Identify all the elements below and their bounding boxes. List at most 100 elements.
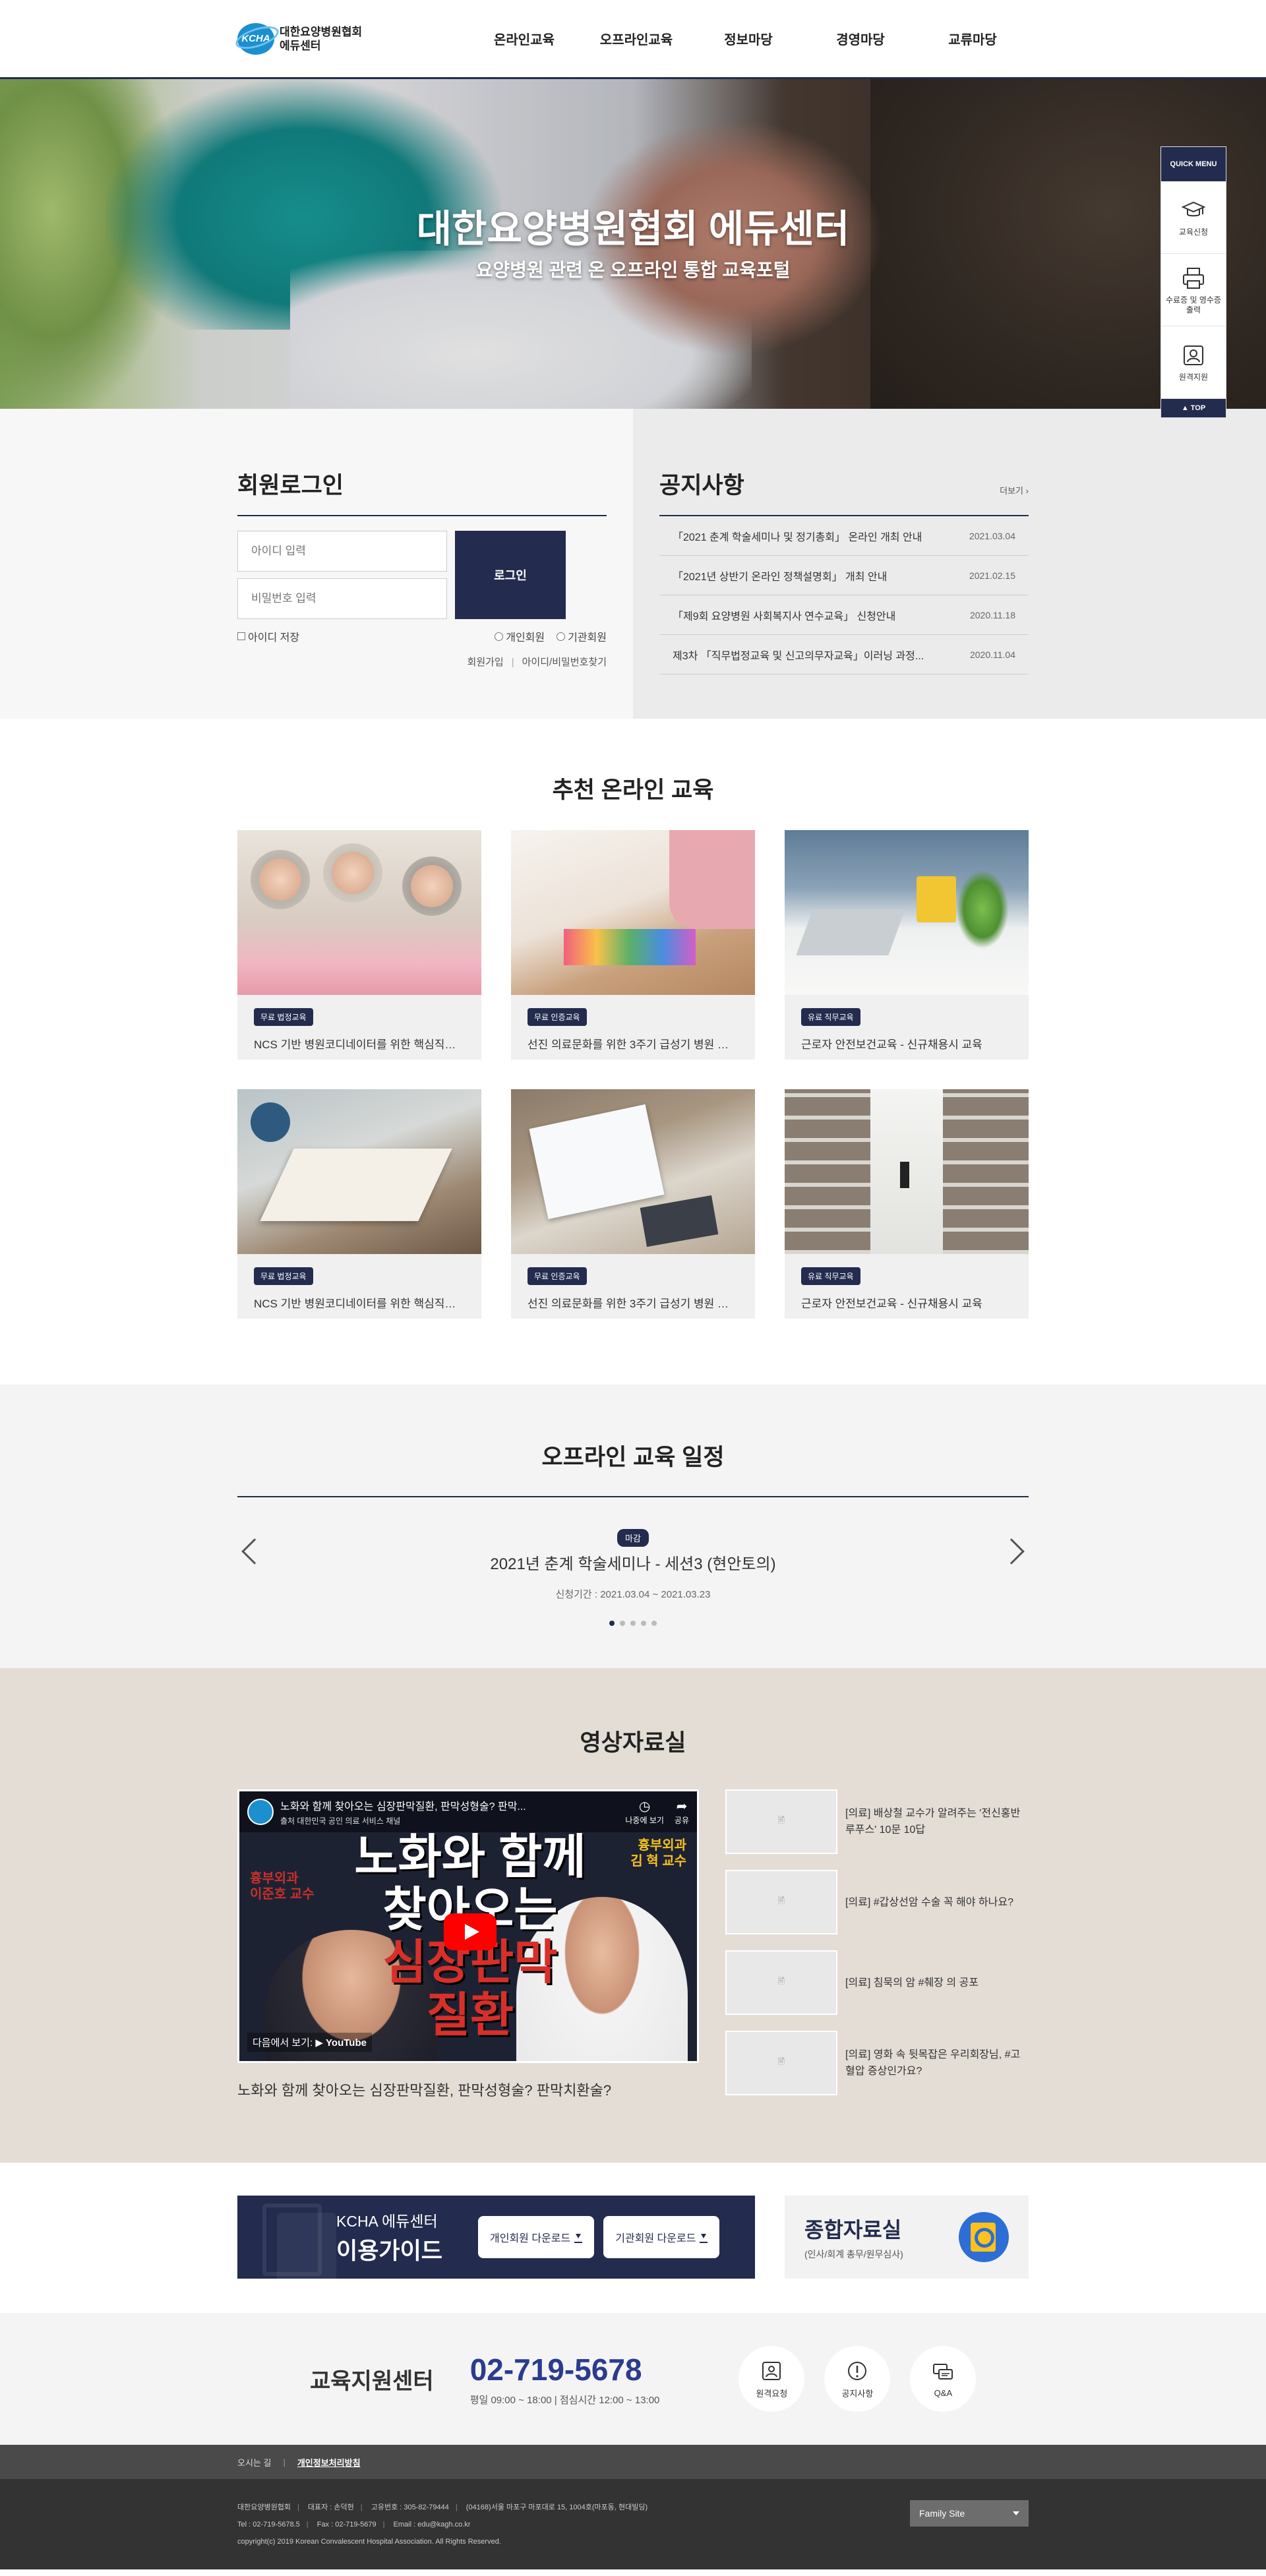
- password-input[interactable]: [237, 578, 447, 619]
- notice-item[interactable]: 「2021 춘계 학술세미나 및 정기총회」 온라인 개최 안내 2021.03.…: [659, 516, 1029, 556]
- course-grid: 무료 법정교육 NCS 기반 병원코디네이터를 위한 핵심직무 아카데미 무료 인…: [237, 830, 1029, 1319]
- graduation-cap-icon: [1181, 201, 1206, 217]
- course-badge: 무료 인증교육: [528, 1267, 587, 1285]
- share-button[interactable]: ➦ 공유: [675, 1798, 689, 1826]
- player-video-title[interactable]: 노화와 함께 찾아오는 심장판막질환, 판막성형술? 판막...: [280, 1797, 615, 1813]
- download-icon: [574, 2233, 583, 2243]
- course-card[interactable]: 유료 직무교육 근로자 안전보건교육 - 신규채용시 교육: [785, 1089, 1029, 1319]
- login-form: 로그인: [237, 531, 607, 619]
- course-card[interactable]: 무료 법정교육 NCS 기반 병원코디네이터를 위한 핵심직무 아카데미: [237, 1089, 481, 1319]
- find-account-link[interactable]: 아이디/비밀번호찾기: [522, 657, 607, 668]
- member-org-radio[interactable]: 기관회원: [557, 628, 607, 644]
- course-badge: 무료 인증교육: [528, 1008, 587, 1026]
- download-org-guide-button[interactable]: 기관회원 다운로드: [603, 2216, 720, 2258]
- download-personal-guide-button[interactable]: 개인회원 다운로드: [478, 2216, 595, 2258]
- scroll-top-button[interactable]: ▲ TOP: [1161, 399, 1226, 417]
- video-list-item[interactable]: 🖹 [의료] 침묵의 암 #췌장 의 공포: [725, 1950, 1029, 2015]
- video-list-item[interactable]: 🖹 [의료] 배상철 교수가 알려주는 '전신홍반루푸스' 10문 10답: [725, 1789, 1029, 1854]
- notice-more-link[interactable]: 더보기 ›: [1000, 484, 1029, 496]
- remote-request-button[interactable]: 원격요청: [738, 2346, 805, 2412]
- divider: |: [306, 2521, 309, 2529]
- member-personal-radio[interactable]: 개인회원: [495, 628, 545, 644]
- resource-library-link[interactable]: 종합자료실 (인사/회계 총무/원무심사): [785, 2196, 1029, 2279]
- course-card[interactable]: 무료 인증교육 선진 의료문화를 위한 3주기 급성기 병원 인증 대비: [511, 830, 755, 1060]
- remote-support-icon: [1184, 345, 1203, 365]
- slider-dot[interactable]: [620, 1621, 625, 1626]
- image-placeholder-icon: 🖹: [725, 2031, 837, 2095]
- radio-icon: [495, 632, 504, 641]
- qna-button[interactable]: Q&A: [910, 2346, 977, 2412]
- footer-email: Email : edu@kagh.co.kr: [393, 2521, 471, 2529]
- resource-library-subtitle: (인사/회계 총무/원무심사): [804, 2249, 903, 2260]
- login-panel: 회원로그인 로그인 아이디 저장 개인회원 기관회원 회원가입 | 아이디/비밀번호…: [237, 409, 607, 719]
- save-id-checkbox[interactable]: 아이디 저장: [237, 628, 299, 644]
- watch-on-youtube[interactable]: 다음에서 보기: ▶ YouTube: [247, 2033, 372, 2052]
- recommended-title: 추천 온라인 교육: [552, 777, 714, 803]
- nav-info[interactable]: 정보마당: [692, 29, 804, 48]
- offline-title: 오프라인 교육 일정: [541, 1445, 725, 1470]
- support-center-label: 교육지원센터: [310, 2368, 434, 2394]
- video-caption[interactable]: 노화와 함께 찾아오는 심장판막질환, 판막성형술? 판막치환술?: [237, 2079, 699, 2100]
- quick-menu-title: QUICK MENU: [1161, 147, 1226, 181]
- privacy-policy-link[interactable]: 개인정보처리방침: [297, 2456, 361, 2469]
- player-topbar: 노화와 함께 찾아오는 심장판막질환, 판막성형술? 판막... 출처 대한민국…: [239, 1791, 697, 1832]
- quick-item-label: 원격지원: [1178, 373, 1209, 382]
- notice-item[interactable]: 제3차 「직무법정교육 및 신고의무자교육」이러닝 과정... 2020.11.0…: [659, 635, 1029, 674]
- course-card[interactable]: 무료 인증교육선진 의료문화를 위한 3주기 급성기 병원 인증 대비: [511, 1089, 755, 1319]
- user-id-input[interactable]: [237, 531, 447, 572]
- support-hours: 평일 09:00 ~ 18:00 | 점심시간 12:00 ~ 13:00: [469, 2394, 660, 2406]
- recommended-courses-section: 추천 온라인 교육 무료 법정교육 NCS 기반 병원코디네이터를 위한 핵심직무…: [0, 719, 1266, 1385]
- download-org-label: 기관회원 다운로드: [615, 2233, 696, 2244]
- remote-request-label: 원격요청: [756, 2388, 788, 2399]
- clock-icon: ◷: [638, 1799, 651, 1814]
- directions-link[interactable]: 오시는 길: [237, 2456, 271, 2469]
- notice-item-title: 「제9회 요양병원 사회복지사 연수교육」 신청안내: [673, 611, 896, 622]
- notice-item[interactable]: 「제9회 요양병원 사회복지사 연수교육」 신청안내 2020.11.18: [659, 595, 1029, 635]
- slider-dot[interactable]: [651, 1621, 657, 1626]
- watch-later-button[interactable]: ◷ 나중에 보기: [625, 1798, 664, 1826]
- share-icon: ➦: [676, 1799, 688, 1814]
- quick-item-apply[interactable]: 교육신청: [1161, 181, 1226, 254]
- login-button[interactable]: 로그인: [455, 531, 566, 619]
- family-site-select[interactable]: Family Site: [910, 2500, 1029, 2527]
- slider-dot[interactable]: [630, 1621, 636, 1626]
- video-list-item[interactable]: 🖹 [의료] 영화 속 뒷목잡은 우리회장님, #고혈압 증상인가요?: [725, 2031, 1029, 2095]
- nav-management[interactable]: 경영마당: [804, 29, 917, 48]
- course-title: 선진 의료문화를 위한 3주기 급성기 병원 인증 대비: [528, 1298, 738, 1310]
- notice-item-date: 2020.11.04: [969, 649, 1015, 660]
- printer-icon: [1183, 267, 1204, 289]
- course-card[interactable]: 유료 직무교육 근로자 안전보건교육 - 신규채용시 교육: [785, 830, 1029, 1060]
- quick-item-certificate[interactable]: 수료증 및 영수증 출력: [1161, 254, 1226, 326]
- slider-dot[interactable]: [641, 1621, 646, 1626]
- course-badge: 유료 직무교육: [801, 1008, 860, 1026]
- site-header: KCHA 대한요양병원협회 에듀센터 온라인교육 오프라인교육 정보마당 경영마…: [0, 0, 1266, 79]
- quick-item-label: 교육신청: [1178, 227, 1209, 237]
- channel-avatar[interactable]: [247, 1799, 274, 1825]
- notice-item[interactable]: 「2021년 상반기 온라인 정책설명회」 개최 안내 2021.02.15: [659, 556, 1029, 595]
- nav-online-edu[interactable]: 온라인교육: [468, 29, 580, 48]
- play-button[interactable]: [444, 1913, 497, 1950]
- video-title: 영상자료실: [580, 1730, 686, 1756]
- nav-offline-edu[interactable]: 오프라인교육: [580, 29, 692, 48]
- notice-item-title: 「2021년 상반기 온라인 정책설명회」 개최 안내: [673, 571, 888, 583]
- course-thumbnail-tablet: [785, 830, 1029, 995]
- video-list-item[interactable]: 🖹 [의료] #갑상선암 수술 꼭 해야 하나요?: [725, 1870, 1029, 1934]
- quick-item-remote[interactable]: 원격지원: [1161, 326, 1226, 399]
- youtube-player[interactable]: 흉부외과 이준호 교수 흉부외과 김 혁 교수 노화와 함께 찾아오는 심장판막…: [237, 1789, 699, 2063]
- image-placeholder-icon: 🖹: [725, 1789, 837, 1854]
- site-logo[interactable]: KCHA 대한요양병원협회 에듀센터: [237, 22, 412, 55]
- footer-links-bar: 오시는 길 | 개인정보처리방침: [0, 2445, 1266, 2479]
- course-card[interactable]: 무료 법정교육 NCS 기반 병원코디네이터를 위한 핵심직무 아카데미: [237, 830, 481, 1060]
- offline-event-title[interactable]: 2021년 춘계 학술세미나 - 세션3 (현안토의): [237, 1551, 1029, 1574]
- signup-link[interactable]: 회원가입: [467, 657, 504, 668]
- share-label: 공유: [674, 1816, 689, 1825]
- notice-button[interactable]: 공지사항: [824, 2346, 891, 2412]
- slider-dot[interactable]: [609, 1621, 615, 1626]
- footer-reg-no: 고유번호 : 305-82-79444: [371, 2503, 449, 2511]
- footer-fax: Fax : 02-719-5679: [316, 2521, 377, 2529]
- image-placeholder-icon: 🖹: [725, 1870, 837, 1934]
- video-section: 영상자료실 흉부외과 이준호 교수 흉부외과 김 혁 교수 노화와 함께 찾아오…: [0, 1668, 1266, 2163]
- nav-exchange[interactable]: 교류마당: [917, 29, 1029, 48]
- offline-slider: 마감 2021년 춘계 학술세미나 - 세션3 (현안토의) 신청기간 : 20…: [237, 1529, 1029, 1626]
- divider: |: [455, 2503, 458, 2511]
